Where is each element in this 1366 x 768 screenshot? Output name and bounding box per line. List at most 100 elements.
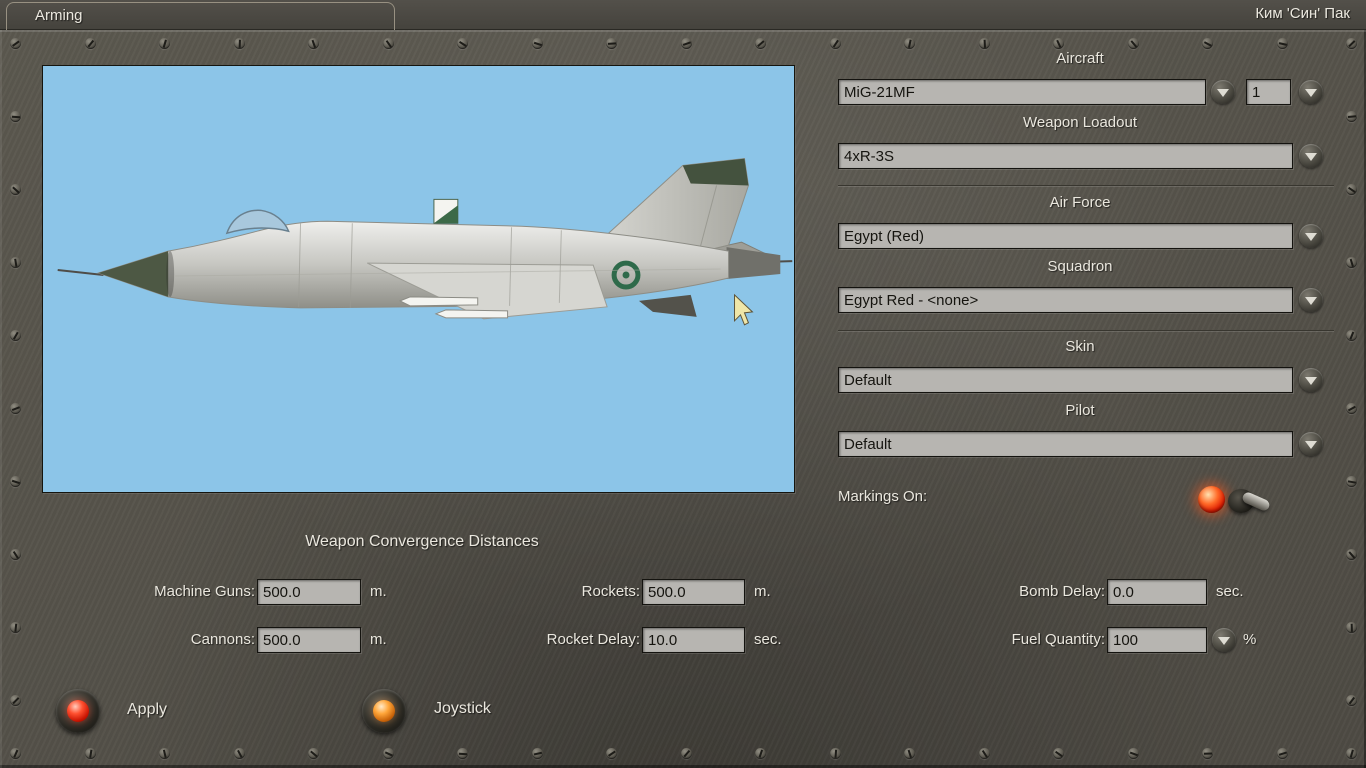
screw-icon (10, 38, 21, 49)
aircraft-preview-image (43, 66, 794, 492)
skin-label: Skin (1065, 338, 1095, 355)
top-bar: Arming Ким 'Син' Пак (0, 0, 1366, 30)
screw-icon (234, 38, 245, 49)
bomb-delay-unit: sec. (1216, 583, 1244, 600)
screw-icon (979, 748, 990, 759)
screw-icon (1346, 403, 1357, 414)
squadron-select[interactable] (838, 287, 1293, 313)
chevron-down-icon (1305, 152, 1317, 161)
screw-icon (1128, 38, 1139, 49)
chevron-down-icon (1305, 232, 1317, 241)
chevron-down-icon (1217, 88, 1229, 97)
screw-icon (1202, 38, 1213, 49)
screw-icon (10, 330, 21, 341)
screw-icon (1128, 748, 1139, 759)
rocket-delay-label: Rocket Delay: (546, 631, 640, 648)
screw-icon (308, 748, 319, 759)
screw-icon (308, 38, 319, 49)
chevron-down-icon (1305, 88, 1317, 97)
cannons-label: Cannons: (190, 631, 255, 648)
screw-icon (532, 38, 543, 49)
machine-guns-unit: m. (370, 583, 387, 600)
screw-icon (10, 622, 21, 633)
indicator-lamp-icon (1198, 486, 1225, 513)
cannons-input[interactable] (257, 627, 361, 653)
screw-icon (1202, 748, 1213, 759)
screw-icon (10, 403, 21, 414)
joystick-button[interactable] (362, 689, 406, 733)
screw-icon (532, 748, 543, 759)
screw-icon (1346, 184, 1357, 195)
tab-arming-label: Arming (35, 7, 83, 24)
aircraft-count-dropdown-button[interactable] (1299, 80, 1323, 104)
rocket-delay-input[interactable] (642, 627, 745, 653)
screw-icon (10, 549, 21, 560)
screw-icon (10, 476, 21, 487)
rockets-input[interactable] (642, 579, 745, 605)
screw-icon (755, 38, 766, 49)
aircraft-select[interactable] (838, 79, 1206, 105)
screw-icon (1053, 38, 1064, 49)
screw-icon (457, 38, 468, 49)
screw-icon (1053, 748, 1064, 759)
machine-guns-input[interactable] (257, 579, 361, 605)
aircraft-preview (42, 65, 795, 493)
apply-button[interactable] (56, 689, 100, 733)
joystick-button-label[interactable]: Joystick (434, 700, 491, 718)
rocket-delay-unit: sec. (754, 631, 782, 648)
aircraft-label: Aircraft (1056, 50, 1104, 67)
screw-icon (383, 748, 394, 759)
screw-icon (10, 695, 21, 706)
fuel-quantity-input[interactable] (1107, 627, 1207, 653)
screw-icon (85, 748, 96, 759)
chevron-down-icon (1218, 636, 1230, 645)
airforce-label: Air Force (1049, 194, 1111, 211)
pilot-dropdown-button[interactable] (1299, 432, 1323, 456)
convergence-title: Weapon Convergence Distances (305, 533, 539, 550)
screw-icon (1346, 549, 1357, 560)
divider (838, 330, 1334, 331)
aircraft-dropdown-button[interactable] (1211, 80, 1235, 104)
airforce-select[interactable] (838, 223, 1293, 249)
screw-icon (1346, 330, 1357, 341)
chevron-down-icon (1305, 376, 1317, 385)
screw-icon (1346, 695, 1357, 706)
screw-icon (979, 38, 990, 49)
skin-select[interactable] (838, 367, 1293, 393)
aircraft-count-input[interactable] (1246, 79, 1291, 105)
skin-dropdown-button[interactable] (1299, 368, 1323, 392)
bomb-delay-input[interactable] (1107, 579, 1207, 605)
screw-icon (1346, 111, 1357, 122)
amber-button-icon (373, 700, 395, 722)
apply-button-label[interactable]: Apply (127, 701, 167, 719)
screw-icon (606, 38, 617, 49)
screw-icon (1346, 38, 1357, 49)
markings-label: Markings On: (838, 488, 928, 505)
screw-icon (904, 38, 915, 49)
loadout-label: Weapon Loadout (1023, 114, 1137, 131)
airforce-dropdown-button[interactable] (1299, 224, 1323, 248)
markings-toggle[interactable] (1196, 480, 1278, 520)
loadout-select[interactable] (838, 143, 1293, 169)
divider (838, 185, 1334, 186)
arming-panel: Aircraft Weapon Loadout Air Force Squadr… (0, 30, 1366, 768)
rockets-unit: m. (754, 583, 771, 600)
rockets-label: Rockets: (581, 583, 640, 600)
cannons-unit: m. (370, 631, 387, 648)
loadout-dropdown-button[interactable] (1299, 144, 1323, 168)
screw-icon (457, 748, 468, 759)
screw-icon (1277, 748, 1288, 759)
squadron-dropdown-button[interactable] (1299, 288, 1323, 312)
tab-arming[interactable]: Arming (6, 2, 395, 30)
fuel-quantity-label: Fuel Quantity: (1011, 631, 1105, 648)
player-name: Ким 'Син' Пак (1255, 5, 1350, 22)
fuel-quantity-dropdown-button[interactable] (1212, 628, 1236, 652)
red-button-icon (67, 700, 89, 722)
screw-icon (904, 748, 915, 759)
screw-icon (10, 748, 21, 759)
screw-icon (681, 748, 692, 759)
screw-icon (383, 38, 394, 49)
screw-icon (10, 257, 21, 268)
screw-icon (681, 38, 692, 49)
pilot-select[interactable] (838, 431, 1293, 457)
